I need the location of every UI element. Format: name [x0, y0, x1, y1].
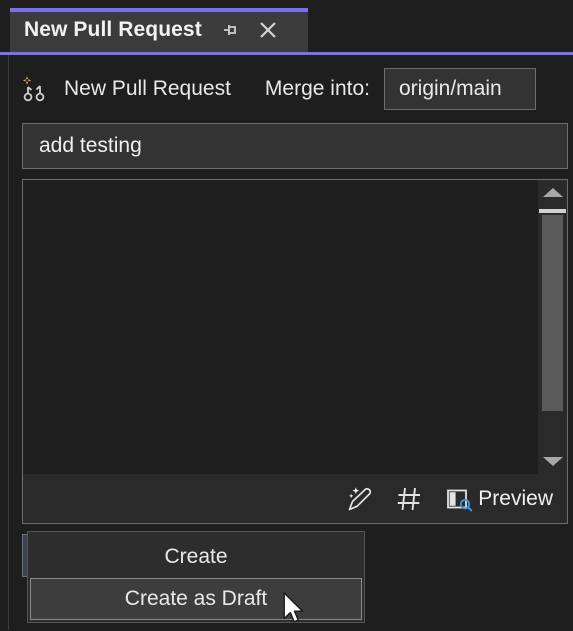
- menu-item-create-as-draft-label: Create as Draft: [124, 587, 268, 610]
- tab-accent-bar: [10, 8, 308, 12]
- scroll-up-arrow-icon[interactable]: [538, 180, 567, 205]
- menu-item-create[interactable]: Create: [30, 536, 362, 578]
- hash-icon[interactable]: [392, 482, 426, 516]
- tab-actions: [216, 16, 282, 44]
- scrollbar-thumb[interactable]: [542, 215, 563, 411]
- merge-into-label: Merge into:: [264, 77, 370, 100]
- preview-pane-icon: [442, 482, 476, 516]
- scrollbar-separator: [539, 209, 566, 213]
- header-toolbar: New Pull Request Merge into: origin/main: [10, 63, 573, 115]
- new-pull-request-window: New Pull Request New Pull Request Merge …: [0, 0, 573, 630]
- merge-target-branch-select[interactable]: origin/main: [383, 68, 536, 110]
- create-dropdown-menu: Create Create as Draft: [27, 531, 365, 623]
- pr-title-input[interactable]: add testing: [22, 123, 568, 169]
- pull-request-create-icon: [16, 72, 50, 106]
- tab-strip: New Pull Request: [0, 0, 573, 52]
- pr-description-input[interactable]: [23, 180, 567, 474]
- pr-title-value: add testing: [39, 134, 142, 157]
- tab-title: New Pull Request: [24, 18, 202, 41]
- preview-button[interactable]: Preview: [442, 482, 553, 516]
- close-icon[interactable]: [254, 16, 282, 44]
- menu-item-create-as-draft[interactable]: Create as Draft: [30, 578, 362, 620]
- pr-description-box: Preview: [22, 179, 568, 524]
- description-scrollbar[interactable]: [538, 180, 567, 474]
- description-toolbar: Preview: [23, 474, 567, 523]
- left-divider: [8, 0, 9, 630]
- sparkle-pen-icon[interactable]: [342, 482, 376, 516]
- tab-new-pull-request[interactable]: New Pull Request: [10, 8, 308, 52]
- scroll-down-arrow-icon[interactable]: [538, 449, 567, 474]
- preview-label: Preview: [478, 486, 553, 510]
- menu-item-create-label: Create: [164, 545, 228, 568]
- pin-icon[interactable]: [216, 16, 244, 44]
- header-title: New Pull Request: [64, 77, 231, 100]
